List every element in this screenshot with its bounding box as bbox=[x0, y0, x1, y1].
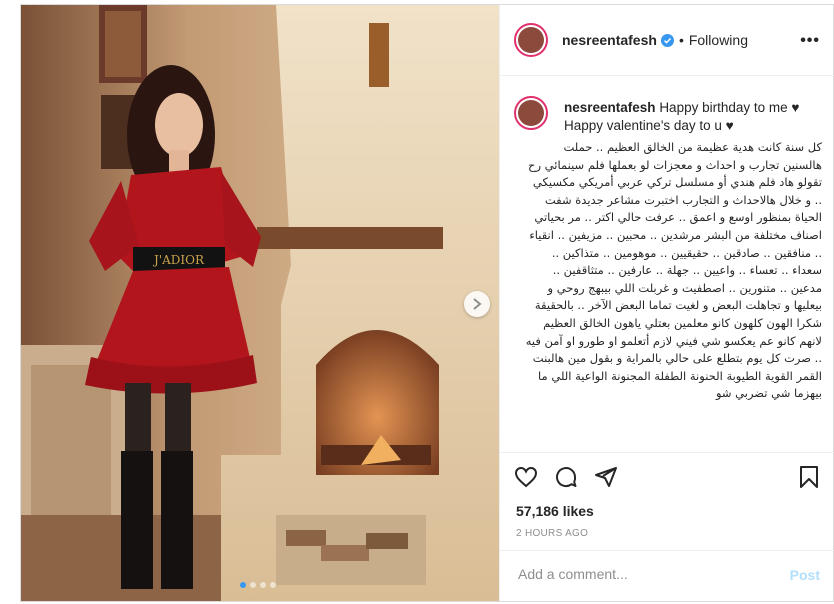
save-button[interactable] bbox=[798, 465, 820, 494]
avatar[interactable] bbox=[514, 23, 548, 57]
post-header: nesreentafesh • Following ••• bbox=[500, 5, 834, 76]
belt-text: J'ADIOR bbox=[152, 253, 205, 267]
chevron-right-icon bbox=[473, 298, 482, 310]
like-button[interactable] bbox=[514, 465, 538, 489]
share-button[interactable] bbox=[594, 465, 618, 489]
carousel-indicators bbox=[240, 582, 276, 588]
carousel-dot[interactable] bbox=[270, 582, 276, 588]
comment-icon bbox=[556, 467, 577, 488]
post-actions: 57,186 likes 2 HOURS AGO bbox=[500, 452, 834, 551]
post-comment-button[interactable]: Post bbox=[790, 567, 820, 583]
post-container: J'ADIOR nesreentafesh • Following ••• ne… bbox=[20, 4, 834, 602]
carousel-dot[interactable] bbox=[240, 582, 246, 588]
share-icon bbox=[595, 467, 617, 487]
separator-dot: • bbox=[678, 32, 684, 48]
more-options-button[interactable]: ••• bbox=[800, 32, 820, 50]
likes-count[interactable]: 57,186 likes bbox=[516, 503, 594, 519]
caption-text: nesreentafesh Happy birthday to me ♥ Hap… bbox=[564, 99, 822, 135]
username-link[interactable]: nesreentafesh bbox=[562, 32, 657, 48]
heart-icon bbox=[514, 466, 538, 488]
caption-area: nesreentafesh Happy birthday to me ♥ Hap… bbox=[500, 76, 834, 452]
following-button[interactable]: Following bbox=[689, 32, 748, 48]
comment-button[interactable] bbox=[554, 465, 578, 489]
caption-arabic-wrap: كل سنة كانت هدية عظيمة من الخالق العظيم … bbox=[524, 139, 822, 451]
post-timestamp[interactable]: 2 HOURS AGO bbox=[516, 528, 588, 539]
verified-badge-icon bbox=[660, 33, 674, 47]
bookmark-icon bbox=[800, 466, 818, 488]
comment-form: Post bbox=[500, 550, 834, 602]
caption-arabic: كل سنة كانت هدية عظيمة من الخالق العظيم … bbox=[525, 140, 822, 401]
carousel-dot[interactable] bbox=[260, 582, 266, 588]
caption-username[interactable]: nesreentafesh bbox=[564, 100, 656, 115]
carousel-dot[interactable] bbox=[250, 582, 256, 588]
photo-illustration: J'ADIOR bbox=[21, 5, 499, 601]
post-side-panel: nesreentafesh • Following ••• nesreentaf… bbox=[499, 5, 834, 601]
post-photo[interactable]: J'ADIOR bbox=[21, 5, 499, 601]
comment-input[interactable] bbox=[516, 565, 770, 583]
caption-avatar[interactable] bbox=[514, 96, 548, 130]
next-image-button[interactable] bbox=[464, 291, 490, 317]
